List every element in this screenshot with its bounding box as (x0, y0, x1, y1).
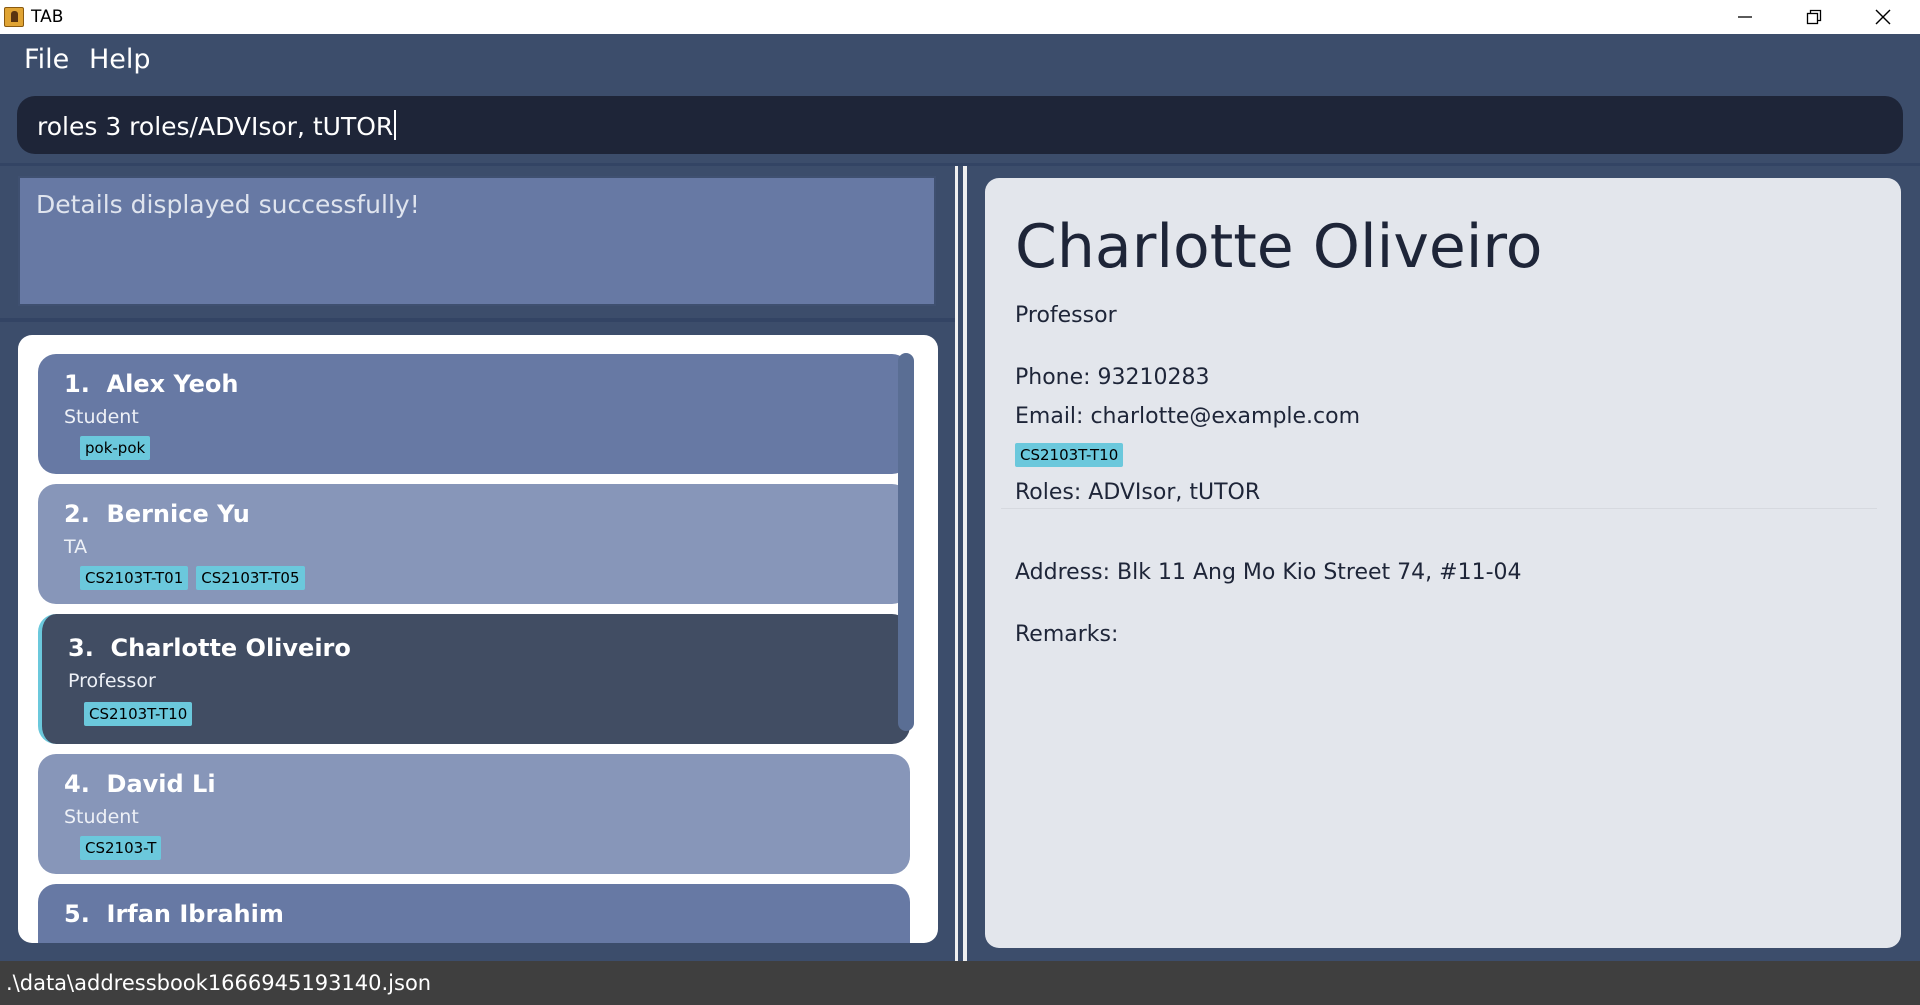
tag: CS2103T-T10 (1015, 443, 1124, 467)
detail-email: Email: charlotte@example.com (1015, 404, 1361, 429)
person-tags: CS2103T-T10 (84, 702, 200, 726)
result-separator (0, 318, 955, 322)
person-tags: pok-pok (80, 436, 158, 460)
status-bar: .\data\addressbook1666945193140.json (0, 961, 1920, 1005)
tag: CS2103T-T01 (80, 566, 189, 590)
person-role: Student (64, 806, 139, 828)
detail-roles: Roles: ADVIsor, tUTOR (1015, 480, 1261, 505)
list-scrollbar[interactable] (898, 353, 914, 731)
person-card[interactable]: 1. Alex Yeoh Student pok-pok (38, 354, 910, 474)
person-role: Professor (68, 670, 156, 692)
minimize-button[interactable] (1710, 0, 1780, 34)
detail-tags: CS2103T-T10 (1015, 443, 1131, 467)
close-button[interactable] (1848, 0, 1918, 34)
restore-button[interactable] (1779, 0, 1849, 34)
detail-divider (1001, 508, 1877, 509)
command-input[interactable]: roles 3 roles/ADVIsor, tUTOR (17, 96, 1903, 154)
menu-file[interactable]: File (24, 44, 69, 75)
result-message: Details displayed successfully! (36, 190, 420, 219)
result-display: Details displayed successfully! (18, 176, 936, 306)
minimize-icon (1738, 16, 1752, 18)
person-list[interactable]: 1. Alex Yeoh Student pok-pok 2. Bernice … (18, 335, 938, 943)
tag: CS2103T-T05 (196, 566, 305, 590)
split-divider[interactable] (955, 166, 967, 961)
person-card[interactable]: 5. Irfan Ibrahim (38, 884, 910, 943)
person-card-selected[interactable]: 3. Charlotte Oliveiro Professor CS2103T-… (38, 614, 910, 744)
person-name: 5. Irfan Ibrahim (64, 900, 284, 928)
close-icon (1875, 9, 1891, 25)
person-card[interactable]: 4. David Li Student CS2103-T (38, 754, 910, 874)
app-icon (4, 7, 24, 27)
window-title: TAB (31, 7, 64, 27)
detail-remarks: Remarks: (1015, 622, 1119, 647)
person-name: 3. Charlotte Oliveiro (68, 634, 351, 662)
detail-role: Professor (1015, 303, 1117, 328)
person-tags: CS2103-T (80, 836, 169, 860)
tag: CS2103-T (80, 836, 162, 860)
person-role: Student (64, 406, 139, 428)
tag: CS2103T-T10 (84, 702, 193, 726)
title-bar: TAB (0, 0, 1920, 34)
text-caret (394, 110, 397, 140)
person-card[interactable]: 2. Bernice Yu TA CS2103T-T01 CS2103T-T05 (38, 484, 910, 604)
detail-address: Address: Blk 11 Ang Mo Kio Street 74, #1… (1015, 560, 1522, 585)
person-name: 2. Bernice Yu (64, 500, 250, 528)
person-tags: CS2103T-T01 CS2103T-T05 (80, 566, 313, 590)
person-role: TA (64, 536, 88, 558)
menu-help[interactable]: Help (89, 44, 151, 75)
save-file-path: .\data\addressbook1666945193140.json (6, 971, 432, 995)
menu-bar: File Help (0, 34, 1920, 88)
person-name: 1. Alex Yeoh (64, 370, 239, 398)
command-text: roles 3 roles/ADVIsor, tUTOR (37, 112, 394, 141)
restore-icon (1806, 9, 1822, 25)
person-detail-panel: Charlotte Oliveiro Professor Phone: 9321… (985, 178, 1901, 948)
person-name: 4. David Li (64, 770, 216, 798)
detail-phone: Phone: 93210283 (1015, 365, 1210, 390)
tag: pok-pok (80, 436, 151, 460)
detail-name: Charlotte Oliveiro (1015, 212, 1543, 282)
